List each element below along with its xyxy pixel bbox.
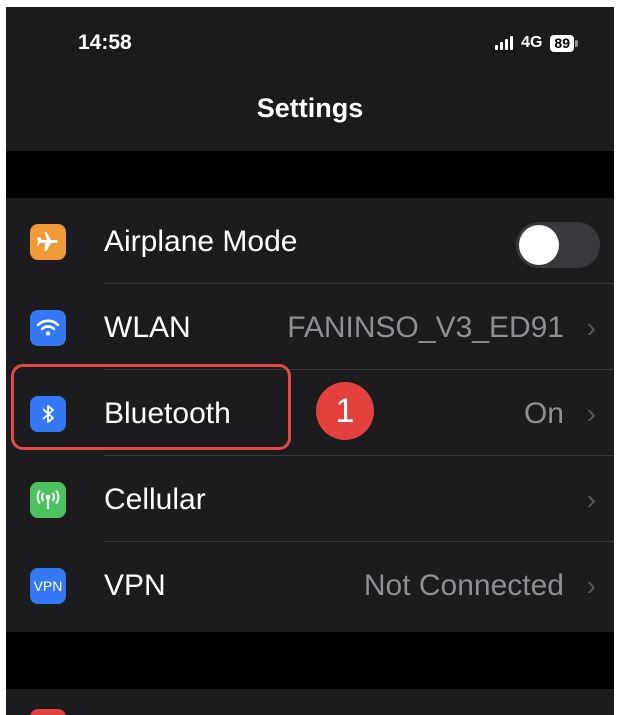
cellular-label: Cellular — [104, 483, 206, 516]
settings-row-vpn[interactable]: VPN VPN Not Connected › — [6, 542, 614, 628]
signal-icon — [495, 36, 514, 50]
toggle-knob — [519, 225, 559, 265]
airplane-mode-label: Airplane Mode — [104, 225, 298, 258]
partial-icon — [30, 709, 66, 715]
vpn-label: VPN — [104, 569, 166, 602]
next-settings-section — [6, 689, 614, 715]
chevron-right-icon: › — [586, 570, 596, 601]
settings-row-cellular[interactable]: Cellular › — [6, 456, 614, 542]
status-time: 14:58 — [78, 31, 132, 54]
wlan-label: WLAN — [104, 311, 191, 344]
wifi-icon — [30, 310, 66, 346]
status-indicators: 4G 89 — [495, 34, 578, 52]
step-number-badge: 1 — [316, 382, 374, 440]
battery-icon: 89 — [550, 34, 578, 52]
chevron-right-icon: › — [586, 398, 596, 429]
wlan-value: FANINSO_V3_ED91 — [287, 311, 564, 344]
settings-row-wlan[interactable]: WLAN FANINSO_V3_ED91 › — [6, 284, 614, 370]
network-type: 4G — [521, 34, 543, 51]
vpn-icon: VPN — [30, 568, 66, 604]
page-title: Settings — [256, 93, 364, 123]
vpn-value: Not Connected — [363, 569, 564, 602]
bluetooth-highlight-box — [11, 364, 291, 450]
battery-level: 89 — [550, 34, 574, 52]
settings-row-airplane-mode[interactable]: Airplane Mode — [6, 198, 614, 284]
navigation-bar: 14:58 4G 89 Settings — [6, 7, 614, 151]
chevron-right-icon: › — [586, 312, 596, 343]
airplane-icon — [30, 224, 66, 260]
chevron-right-icon: › — [586, 484, 596, 515]
antenna-icon — [30, 482, 66, 518]
airplane-mode-toggle[interactable] — [516, 222, 600, 268]
phone-screen: 14:58 4G 89 Settings Airplane Mode WLAN … — [6, 7, 614, 715]
bluetooth-value: On — [523, 397, 564, 430]
